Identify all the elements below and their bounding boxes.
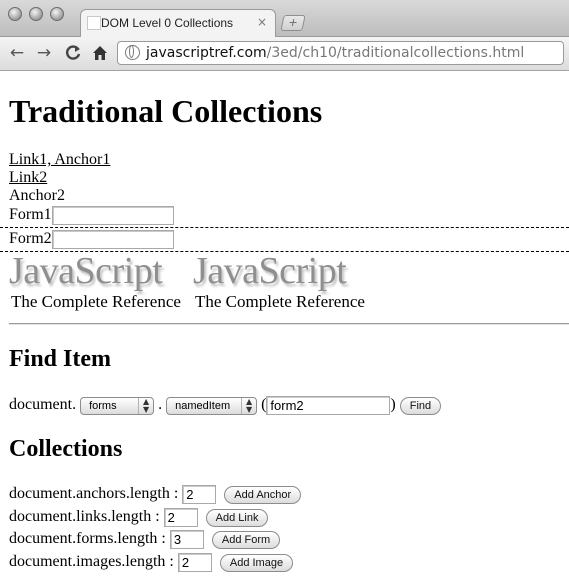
- browser-tab[interactable]: DOM Level 0 Collections ×: [80, 9, 276, 37]
- find-button[interactable]: Find: [399, 396, 442, 415]
- globe-icon: [125, 45, 140, 60]
- link2-row: Link2: [9, 169, 47, 187]
- find-argument-input[interactable]: [266, 396, 391, 415]
- new-tab-button[interactable]: +: [280, 15, 306, 31]
- collection-select[interactable]: forms ▲ ▼: [80, 396, 155, 415]
- collection-row-forms: document.forms.length : Add Form: [9, 530, 281, 549]
- find-paren-close: ): [390, 396, 396, 414]
- form2-label: Form2: [9, 230, 52, 248]
- add-link-button[interactable]: Add Link: [205, 508, 269, 527]
- method-select-value: namedItem: [175, 399, 231, 412]
- forward-arrow-icon[interactable]: →: [33, 42, 55, 64]
- method-select[interactable]: namedItem ▲ ▼: [166, 396, 258, 415]
- anchors-length-field[interactable]: [182, 485, 217, 504]
- collection-row-images: document.images.length : Add Image: [9, 553, 294, 572]
- logo-sub-text: The Complete Reference: [11, 292, 181, 311]
- collections-heading: Collections: [9, 436, 123, 462]
- form1-text-input[interactable]: [51, 206, 174, 225]
- close-window-icon[interactable]: [8, 7, 22, 21]
- tab-title: DOM Level 0 Collections: [101, 16, 234, 30]
- select-updown-icon: ▲ ▼: [241, 397, 256, 414]
- add-image-button[interactable]: Add Image: [219, 553, 294, 572]
- logo-main-text: JavaScript: [9, 250, 163, 292]
- link1-row: Link1, Anchor1: [9, 151, 110, 169]
- page-favicon-icon: [87, 16, 101, 30]
- select-updown-icon: ▲ ▼: [138, 397, 153, 414]
- form1-label: Form1: [9, 206, 52, 224]
- link2[interactable]: Link2: [9, 169, 47, 186]
- link1-anchor1[interactable]: Link1, Anchor1: [9, 151, 110, 168]
- tab-close-icon[interactable]: ×: [257, 15, 267, 29]
- find-dot: .: [158, 396, 163, 414]
- reload-icon[interactable]: [62, 42, 84, 64]
- anchors-length-label: document.anchors.length :: [9, 485, 179, 503]
- forms-length-label: document.forms.length :: [9, 530, 166, 548]
- browser-titlebar: DOM Level 0 Collections × +: [0, 0, 569, 37]
- page-content: Traditional Collections Link1, Anchor1 L…: [0, 71, 569, 576]
- add-anchor-button[interactable]: Add Anchor: [224, 485, 302, 504]
- address-url[interactable]: javascriptref.com/3ed/ch10/traditionalco…: [146, 45, 524, 61]
- find-prefix: document.: [9, 396, 77, 414]
- logo-sub-text: The Complete Reference: [195, 292, 365, 311]
- javascript-logo-image-1: JavaScript The Complete Reference: [9, 252, 189, 312]
- back-arrow-icon[interactable]: ←: [6, 42, 28, 64]
- page-title: Traditional Collections: [9, 93, 323, 129]
- forms-length-field[interactable]: [169, 530, 204, 549]
- collection-row-links: document.links.length : Add Link: [9, 508, 269, 527]
- horizontal-rule: [9, 323, 569, 325]
- collection-select-value: forms: [89, 399, 117, 412]
- images-length-field[interactable]: [177, 553, 212, 572]
- collection-row-anchors: document.anchors.length : Add Anchor: [9, 485, 302, 504]
- zoom-window-icon[interactable]: [50, 7, 64, 21]
- address-bar[interactable]: javascriptref.com/3ed/ch10/traditionalco…: [117, 41, 564, 65]
- javascript-logo-image-2: JavaScript The Complete Reference: [193, 252, 373, 312]
- home-icon[interactable]: [89, 42, 111, 64]
- find-item-row: document. forms ▲▼ . namedItem ▲▼ () Fin…: [9, 396, 442, 415]
- links-length-field[interactable]: [163, 508, 198, 527]
- images-length-label: document.images.length :: [9, 553, 174, 571]
- logo-main-text: JavaScript: [193, 250, 347, 292]
- links-length-label: document.links.length :: [9, 508, 160, 526]
- browser-toolbar: ← → javascriptref.com/3ed/ch10/tradition…: [0, 37, 569, 71]
- add-form-button[interactable]: Add Form: [211, 530, 281, 549]
- find-item-heading: Find Item: [9, 346, 111, 372]
- anchor2-text: Anchor2: [9, 187, 65, 204]
- form2: Form2: [9, 230, 174, 249]
- form1: Form1: [9, 206, 174, 225]
- form2-text-input[interactable]: [51, 230, 174, 249]
- minimize-window-icon[interactable]: [29, 7, 43, 21]
